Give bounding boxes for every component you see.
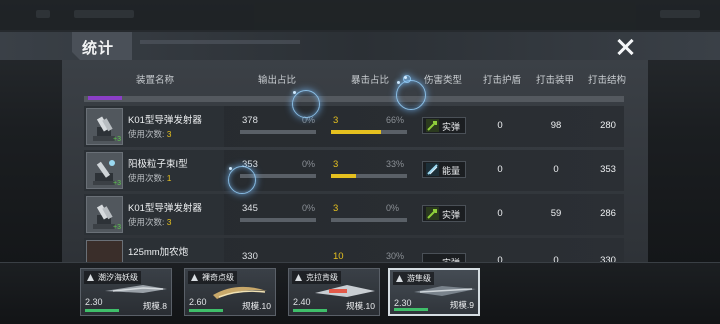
ship-cost: 2.30 [85, 297, 103, 307]
hit-shield: 0 [497, 120, 503, 131]
hit-shield: 0 [497, 164, 503, 175]
damage-type-badge: 能量 [422, 161, 466, 178]
ship-cost: 2.60 [189, 297, 207, 307]
device-name: K01型导弹发射器 [128, 115, 202, 126]
glow-ring [396, 80, 426, 110]
glow-ring [403, 75, 411, 83]
crit-bar [331, 218, 407, 222]
background-strip [0, 0, 720, 30]
use-count: 使用次数: 1 [128, 173, 172, 183]
col-crit-share: 暴击占比 [351, 75, 390, 86]
ship-scale: 规模.10 [242, 301, 271, 311]
particle-beam-icon: +3 [86, 152, 123, 189]
damage-type-badge: 实弹 [422, 117, 466, 134]
ship-health-bar [293, 309, 327, 312]
output-value: 378 [242, 115, 258, 126]
glow-ring [292, 90, 320, 118]
ship-cost: 2.40 [293, 297, 311, 307]
row-partial [84, 96, 624, 102]
output-value: 330 [242, 251, 258, 262]
output-value: 345 [242, 203, 258, 214]
rarity-strip [88, 96, 122, 100]
ship-card-selected[interactable]: 游隼级 2.30 规模.9 [388, 268, 480, 316]
table-row[interactable]: +3 阳极粒子束I型 使用次数: 1 353 0% 3 33% 能量 0 0 3… [84, 150, 624, 191]
crit-percent: 33% [386, 159, 405, 169]
ship-cost: 2.30 [394, 298, 412, 308]
output-bar [240, 130, 316, 134]
ship-name: 游隼级 [393, 272, 434, 285]
ship-card[interactable]: 裸奇点级 2.60 规模.10 [184, 268, 276, 316]
hit-armor: 0 [553, 255, 559, 262]
use-count: 使用次数: 3 [128, 217, 172, 227]
crit-percent: 30% [386, 251, 405, 261]
energy-icon [426, 163, 439, 176]
game-screen: { "header": {"title": "统计", "close_icon"… [0, 0, 720, 324]
header-decoration [140, 40, 300, 44]
ship-health-bar [189, 309, 223, 312]
device-name: 125mm加农炮 [128, 247, 189, 258]
missile-launcher-icon: +3 [86, 196, 123, 233]
page-title: 统计 [82, 40, 115, 57]
hit-shield: 0 [497, 208, 503, 219]
close-icon[interactable] [616, 38, 634, 56]
crit-value: 3 [333, 159, 339, 170]
hit-structure: 286 [600, 208, 616, 219]
crit-value: 3 [333, 203, 339, 214]
col-hit-structure: 打击结构 [588, 75, 627, 86]
col-device-name: 装置名称 [136, 75, 175, 86]
col-output-share: 输出占比 [258, 75, 297, 86]
use-count: 使用次数: 3 [128, 129, 172, 139]
ship-health-bar [85, 309, 119, 312]
col-hit-armor: 打击装甲 [536, 75, 575, 86]
ship-card[interactable]: 潮汐海妖级 2.30 规模.8 [80, 268, 172, 316]
table-row[interactable]: 125mm加农炮 330 10 30% 实弹 0 0 330 [84, 238, 624, 262]
col-damage-type: 伤害类型 [424, 75, 463, 86]
stats-header: 统计 [0, 32, 720, 60]
table-row[interactable]: +3 K01型导弹发射器 使用次数: 3 378 0% 3 66% 实弹 0 9… [84, 106, 624, 147]
missile-launcher-icon: +3 [86, 108, 123, 145]
output-percent: 0% [302, 203, 316, 213]
hit-armor: 98 [550, 120, 562, 131]
damage-type-badge: 实弹 [422, 205, 466, 222]
ship-card[interactable]: 克拉肯级 2.40 规模.10 [288, 268, 380, 316]
hit-armor: 59 [550, 208, 562, 219]
cannon-icon [86, 240, 123, 262]
col-hit-shield: 打击护盾 [483, 75, 522, 86]
ship-scale: 规模.10 [346, 301, 375, 311]
ship-health-bar [394, 308, 428, 311]
crit-percent: 0% [386, 203, 400, 213]
device-cell: 125mm加农炮 [84, 238, 224, 262]
column-headers: 装置名称 输出占比 暴击占比 伤害类型 打击护盾 打击装甲 打击结构 [62, 72, 648, 88]
device-cell: +3 阳极粒子束I型 使用次数: 1 [84, 150, 224, 191]
crit-value: 3 [333, 115, 339, 126]
ship-scale: 规模.9 [449, 300, 474, 310]
ship-scale: 规模.8 [142, 301, 167, 311]
output-bar [240, 218, 316, 222]
hit-structure: 280 [600, 120, 616, 131]
ballistic-icon [426, 119, 439, 132]
crit-percent: 66% [386, 115, 405, 125]
table-row[interactable]: +3 K01型导弹发射器 使用次数: 3 345 0% 3 0% 实弹 0 59… [84, 194, 624, 235]
ship-name: 裸奇点级 [188, 271, 237, 284]
hit-structure: 353 [600, 164, 616, 175]
ballistic-icon [426, 207, 439, 220]
hit-structure: 330 [600, 255, 616, 262]
crit-bar [331, 130, 407, 134]
ship-name: 潮汐海妖级 [84, 271, 141, 284]
device-name: K01型导弹发射器 [128, 203, 202, 214]
crit-value: 10 [333, 251, 344, 262]
glow-ring [228, 166, 256, 194]
damage-type-badge: 实弹 [422, 253, 466, 262]
hit-armor: 0 [553, 164, 559, 175]
device-cell: +3 K01型导弹发射器 使用次数: 3 [84, 106, 224, 147]
stats-panel: 装置名称 输出占比 暴击占比 伤害类型 打击护盾 打击装甲 打击结构 +3 K0… [62, 60, 648, 262]
output-percent: 0% [302, 159, 316, 169]
hit-shield: 0 [497, 255, 503, 262]
device-name: 阳极粒子束I型 [128, 159, 188, 170]
ship-name: 克拉肯级 [292, 271, 341, 284]
crit-bar [331, 174, 407, 178]
device-cell: +3 K01型导弹发射器 使用次数: 3 [84, 194, 224, 235]
